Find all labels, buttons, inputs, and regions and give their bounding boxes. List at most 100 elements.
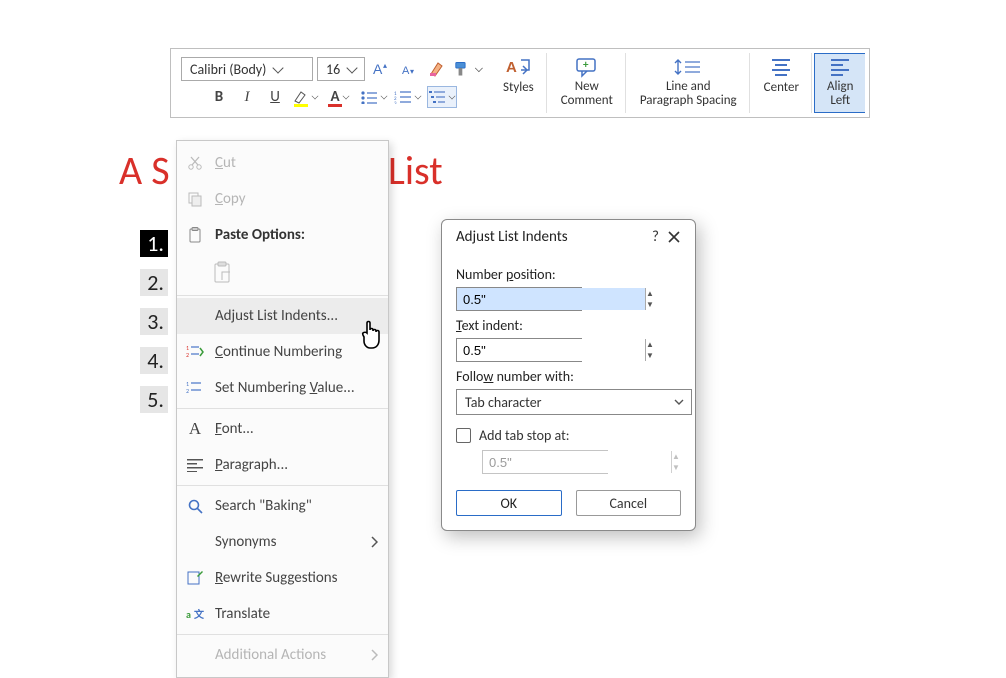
document-title: A S xyxy=(119,146,170,195)
list-number-2[interactable]: 2. xyxy=(140,269,168,296)
help-button[interactable]: ? xyxy=(646,228,665,246)
font-size-combo[interactable]: 16 xyxy=(317,57,365,81)
underline-button[interactable]: U xyxy=(263,86,287,108)
list-number-1[interactable]: 1. xyxy=(140,230,168,257)
format-painter-button[interactable] xyxy=(453,58,483,80)
continue-numbering-icon: 12 xyxy=(185,342,205,362)
numbered-list: 1. 2. 3. 4. 5. xyxy=(140,230,168,413)
shrink-font-button[interactable]: A▾ xyxy=(397,58,421,80)
chevron-down-icon xyxy=(415,92,422,99)
svg-text:2: 2 xyxy=(186,387,189,395)
cm-continue-numbering[interactable]: 12 Continue Numbering xyxy=(177,334,388,370)
cm-adjust-list-indents[interactable]: Adjust List Indents... xyxy=(177,298,388,334)
cm-translate[interactable]: a文 Translate xyxy=(177,596,388,632)
search-icon xyxy=(185,496,205,516)
cm-additional-actions[interactable]: Additional Actions xyxy=(177,637,388,673)
cm-synonyms[interactable]: Synonyms xyxy=(177,524,388,560)
document-title-right: List xyxy=(388,146,443,195)
list-number-3[interactable]: 3. xyxy=(140,308,168,335)
title-right: List xyxy=(388,146,443,195)
context-menu: Cut Copy Paste Options: Adjust List Inde… xyxy=(176,140,389,678)
paragraph-icon xyxy=(185,455,205,475)
new-comment-group: + New Comment xyxy=(549,53,626,113)
chevron-down-icon xyxy=(381,92,388,99)
highlight-button[interactable] xyxy=(291,86,321,108)
blank-icon xyxy=(185,306,205,326)
multilevel-list-button[interactable] xyxy=(427,86,457,108)
spin-up-button[interactable]: ▲ xyxy=(646,288,654,299)
cm-continue-label: Continue Numbering xyxy=(215,343,342,361)
font-group: Calibri (Body) 16 A▴ A▾ B I xyxy=(175,53,489,113)
font-icon: A xyxy=(185,419,205,439)
chevron-down-icon xyxy=(673,398,685,406)
new-comment-button[interactable]: + New Comment xyxy=(555,54,619,112)
set-numbering-icon: 12 xyxy=(185,378,205,398)
center-button[interactable]: Center xyxy=(758,54,805,112)
dialog-titlebar: Adjust List Indents ? xyxy=(442,220,695,256)
cm-rewrite[interactable]: Rewrite Suggestions xyxy=(177,560,388,596)
cm-search-label: Search "Baking" xyxy=(215,497,312,515)
list-number-4[interactable]: 4. xyxy=(140,347,168,374)
center-group: Center xyxy=(752,53,812,113)
text-indent-input[interactable] xyxy=(457,339,645,361)
align-left-l1: Align xyxy=(827,80,853,94)
new-comment-l2: Comment xyxy=(561,94,613,108)
cm-paste-options: Paste Options: xyxy=(177,217,388,253)
number-position-spinner[interactable]: ▲ ▼ xyxy=(456,287,582,311)
font-size-value: 16 xyxy=(326,61,340,78)
font-color-button[interactable]: A xyxy=(325,86,355,108)
dialog-title: Adjust List Indents xyxy=(456,228,568,246)
align-left-button[interactable]: Align Left xyxy=(821,54,859,112)
add-tab-input xyxy=(483,451,671,473)
chevron-down-icon xyxy=(449,92,456,99)
copy-icon xyxy=(185,189,205,209)
chevron-down-icon xyxy=(475,64,483,72)
line-spacing-l1: Line and xyxy=(640,80,737,94)
font-name-combo[interactable]: Calibri (Body) xyxy=(181,57,313,81)
svg-text:+: + xyxy=(583,58,589,71)
numbering-button[interactable]: 1 2 3 xyxy=(393,86,423,108)
svg-text:a: a xyxy=(186,608,191,621)
svg-text:2: 2 xyxy=(186,351,189,359)
italic-button[interactable]: I xyxy=(235,86,259,108)
cm-font[interactable]: A Font... xyxy=(177,411,388,447)
spin-up-button[interactable]: ▲ xyxy=(646,339,654,350)
cm-search[interactable]: Search "Baking" xyxy=(177,488,388,524)
chevron-right-icon xyxy=(370,649,378,661)
cm-paragraph[interactable]: Paragraph... xyxy=(177,447,388,483)
clear-formatting-button[interactable] xyxy=(425,58,449,80)
bold-button[interactable]: B xyxy=(207,86,231,108)
ok-button[interactable]: OK xyxy=(456,490,562,516)
cm-paste-option-1[interactable] xyxy=(177,253,388,293)
spin-down-button[interactable]: ▼ xyxy=(646,350,654,361)
line-spacing-l2: Paragraph Spacing xyxy=(640,94,737,108)
cm-cut[interactable]: Cut xyxy=(177,145,388,181)
adjust-list-indents-dialog: Adjust List Indents ? Number position: ▲… xyxy=(441,219,696,531)
svg-text:文: 文 xyxy=(194,608,204,621)
grow-font-button[interactable]: A▴ xyxy=(369,58,393,80)
cm-set-numbering-value[interactable]: 12 Set Numbering Value... xyxy=(177,370,388,406)
cancel-button[interactable]: Cancel xyxy=(576,490,682,516)
bullets-button[interactable] xyxy=(359,86,389,108)
svg-text:▴: ▴ xyxy=(383,61,387,71)
number-position-input[interactable] xyxy=(457,288,645,310)
add-tab-checkbox[interactable] xyxy=(456,428,471,443)
cm-translate-label: Translate xyxy=(215,605,270,623)
chevron-down-icon xyxy=(342,92,349,99)
cm-cut-label: Cut xyxy=(215,154,236,172)
follow-number-combo[interactable]: Tab character xyxy=(456,389,692,415)
spin-up-button: ▲ xyxy=(672,451,680,462)
text-indent-spinner[interactable]: ▲ ▼ xyxy=(456,338,582,362)
line-spacing-button[interactable]: Line and Paragraph Spacing xyxy=(634,54,743,112)
styles-button[interactable]: A Styles xyxy=(497,54,540,112)
add-tab-spinner: ▲ ▼ xyxy=(482,450,608,474)
add-tab-stop-row[interactable]: Add tab stop at: xyxy=(456,427,681,444)
close-button[interactable] xyxy=(665,228,683,246)
svg-text:▾: ▾ xyxy=(410,67,414,77)
spin-down-button[interactable]: ▼ xyxy=(646,299,654,310)
new-comment-l1: New xyxy=(561,80,613,94)
cm-synonyms-label: Synonyms xyxy=(215,533,277,551)
cm-copy[interactable]: Copy xyxy=(177,181,388,217)
hand-cursor-icon xyxy=(358,318,386,348)
list-number-5[interactable]: 5. xyxy=(140,386,168,413)
